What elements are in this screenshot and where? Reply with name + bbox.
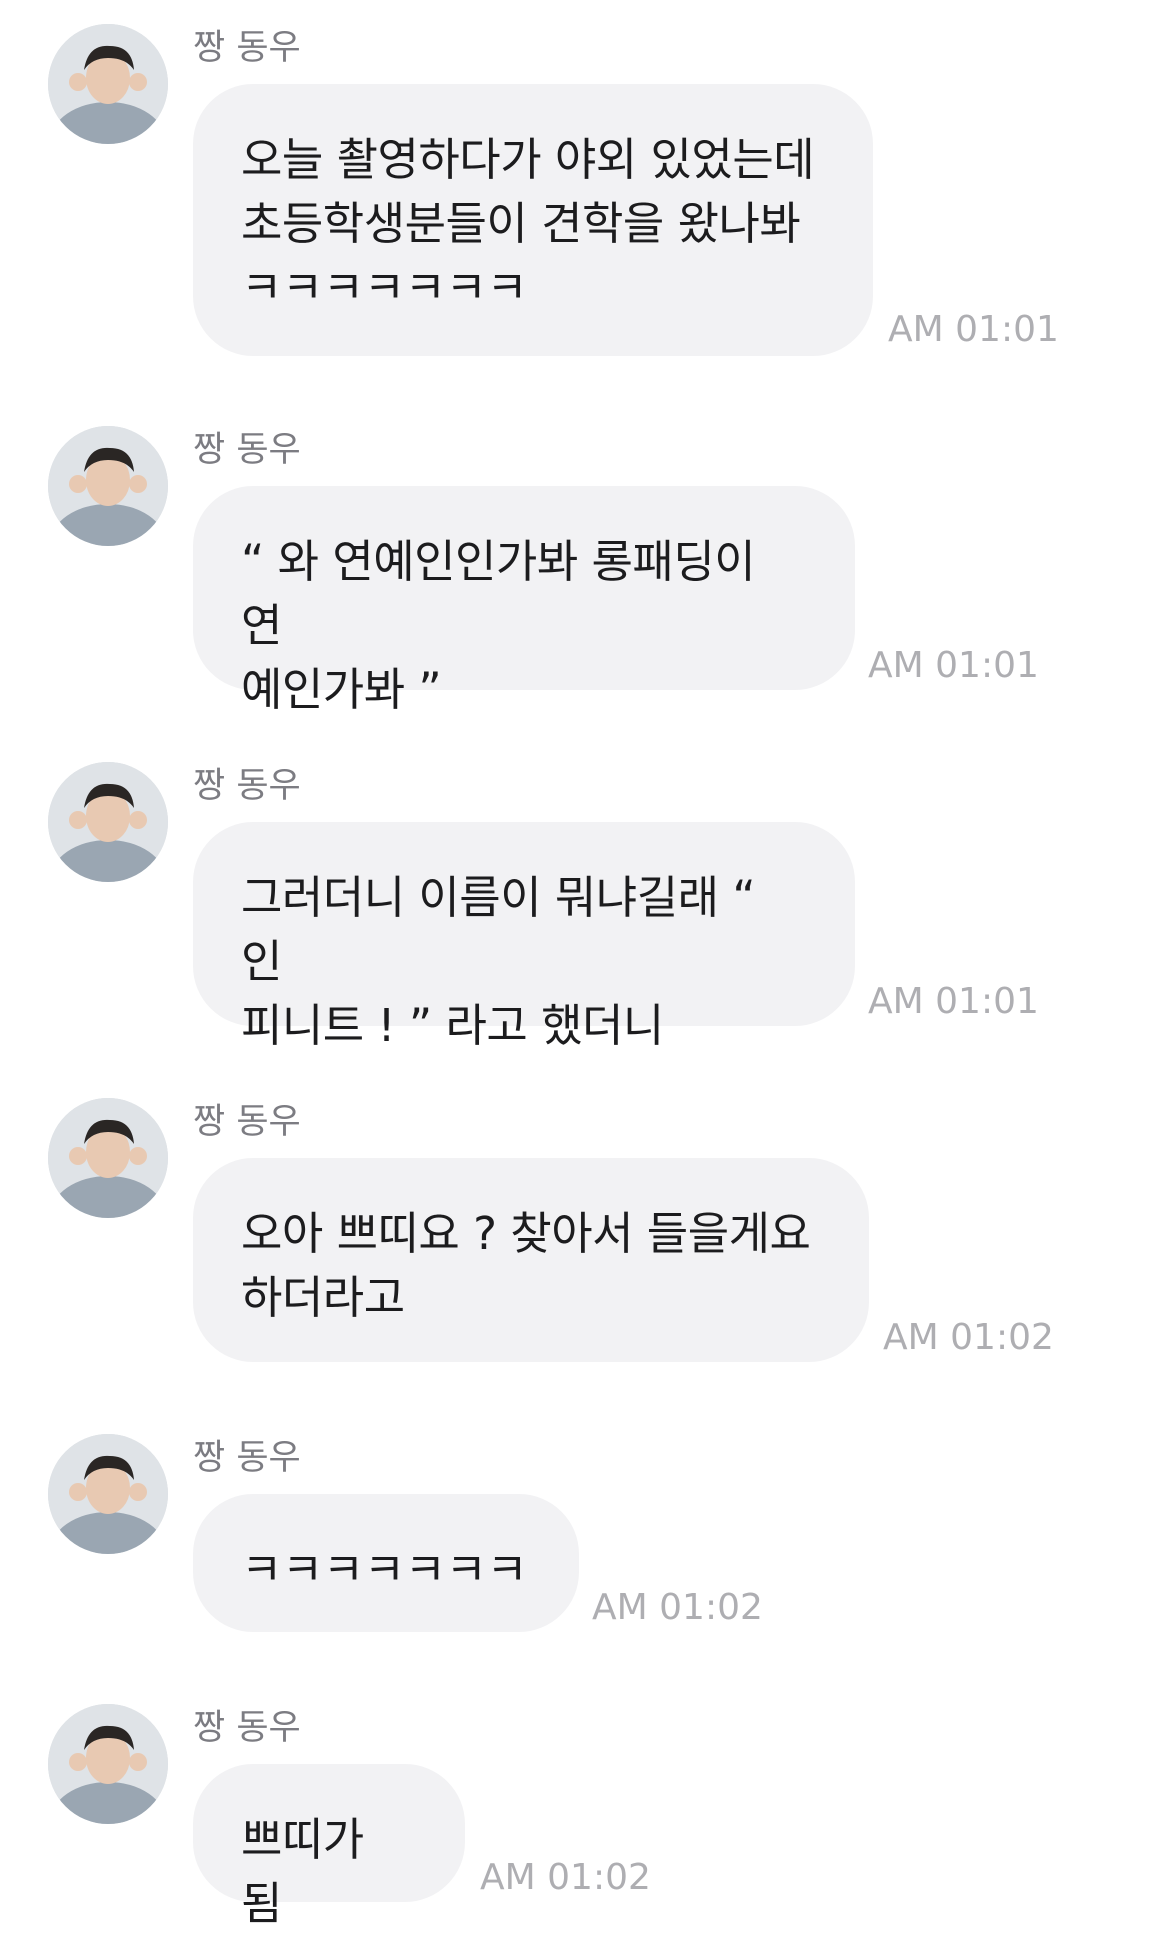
- avatar-photo-icon: [48, 1704, 168, 1824]
- chat-message-list[interactable]: 짱 동우 오늘 촬영하다가 야외 있었는데 초등학생분들이 견학을 왔나봐 ㅋㅋ…: [0, 0, 1170, 1930]
- message-timestamp: AM 01:01: [888, 309, 1059, 350]
- sender-name: 짱 동우: [193, 766, 301, 806]
- avatar[interactable]: [48, 762, 168, 882]
- avatar-photo-icon: [48, 426, 168, 546]
- sender-name: 짱 동우: [193, 1438, 301, 1478]
- message-timestamp: AM 01:02: [883, 1317, 1054, 1358]
- message-row: 짱 동우 오아 쁘띠요 ? 찾아서 들을게요 하더라고 AM 01:02: [0, 1074, 1170, 1404]
- message-bubble[interactable]: ㅋㅋㅋㅋㅋㅋㅋ: [193, 1494, 579, 1632]
- message-bubble[interactable]: 오아 쁘띠요 ? 찾아서 들을게요 하더라고: [193, 1158, 869, 1362]
- avatar[interactable]: [48, 24, 168, 144]
- avatar-photo-icon: [48, 1434, 168, 1554]
- message-timestamp: AM 01:01: [868, 645, 1039, 686]
- sender-name: 짱 동우: [193, 430, 301, 470]
- avatar-photo-icon: [48, 1098, 168, 1218]
- message-bubble[interactable]: “ 와 연예인인가봐 롱패딩이 연 예인가봐 ”: [193, 486, 855, 716]
- message-row: 짱 동우 오늘 촬영하다가 야외 있었는데 초등학생분들이 견학을 왔나봐 ㅋㅋ…: [0, 0, 1170, 380]
- avatar[interactable]: [48, 1704, 168, 1824]
- sender-name: 짱 동우: [193, 1708, 301, 1748]
- message-timestamp: AM 01:01: [868, 981, 1039, 1022]
- message-bubble[interactable]: 오늘 촬영하다가 야외 있었는데 초등학생분들이 견학을 왔나봐 ㅋㅋㅋㅋㅋㅋㅋ: [193, 84, 873, 356]
- message-timestamp: AM 01:02: [592, 1587, 763, 1628]
- avatar-photo-icon: [48, 24, 168, 144]
- avatar[interactable]: [48, 1434, 168, 1554]
- message-bubble[interactable]: 그러더니 이름이 뭐냐길래 “ 인 피니트 ! ” 라고 했더니: [193, 822, 855, 1052]
- sender-name: 짱 동우: [193, 28, 301, 68]
- message-row: 짱 동우 그러더니 이름이 뭐냐길래 “ 인 피니트 ! ” 라고 했더니 AM…: [0, 738, 1170, 1068]
- avatar[interactable]: [48, 426, 168, 546]
- sender-name: 짱 동우: [193, 1102, 301, 1142]
- avatar-photo-icon: [48, 762, 168, 882]
- message-row: 짱 동우 ㅋㅋㅋㅋㅋㅋㅋ AM 01:02: [0, 1410, 1170, 1680]
- avatar[interactable]: [48, 1098, 168, 1218]
- message-row: 짱 동우 “ 와 연예인인가봐 롱패딩이 연 예인가봐 ” AM 01:01: [0, 402, 1170, 732]
- message-row: 짱 동우 쁘띠가 됨 AM 01:02: [0, 1680, 1170, 1930]
- message-timestamp: AM 01:02: [480, 1857, 651, 1898]
- message-bubble[interactable]: 쁘띠가 됨: [193, 1764, 465, 1930]
